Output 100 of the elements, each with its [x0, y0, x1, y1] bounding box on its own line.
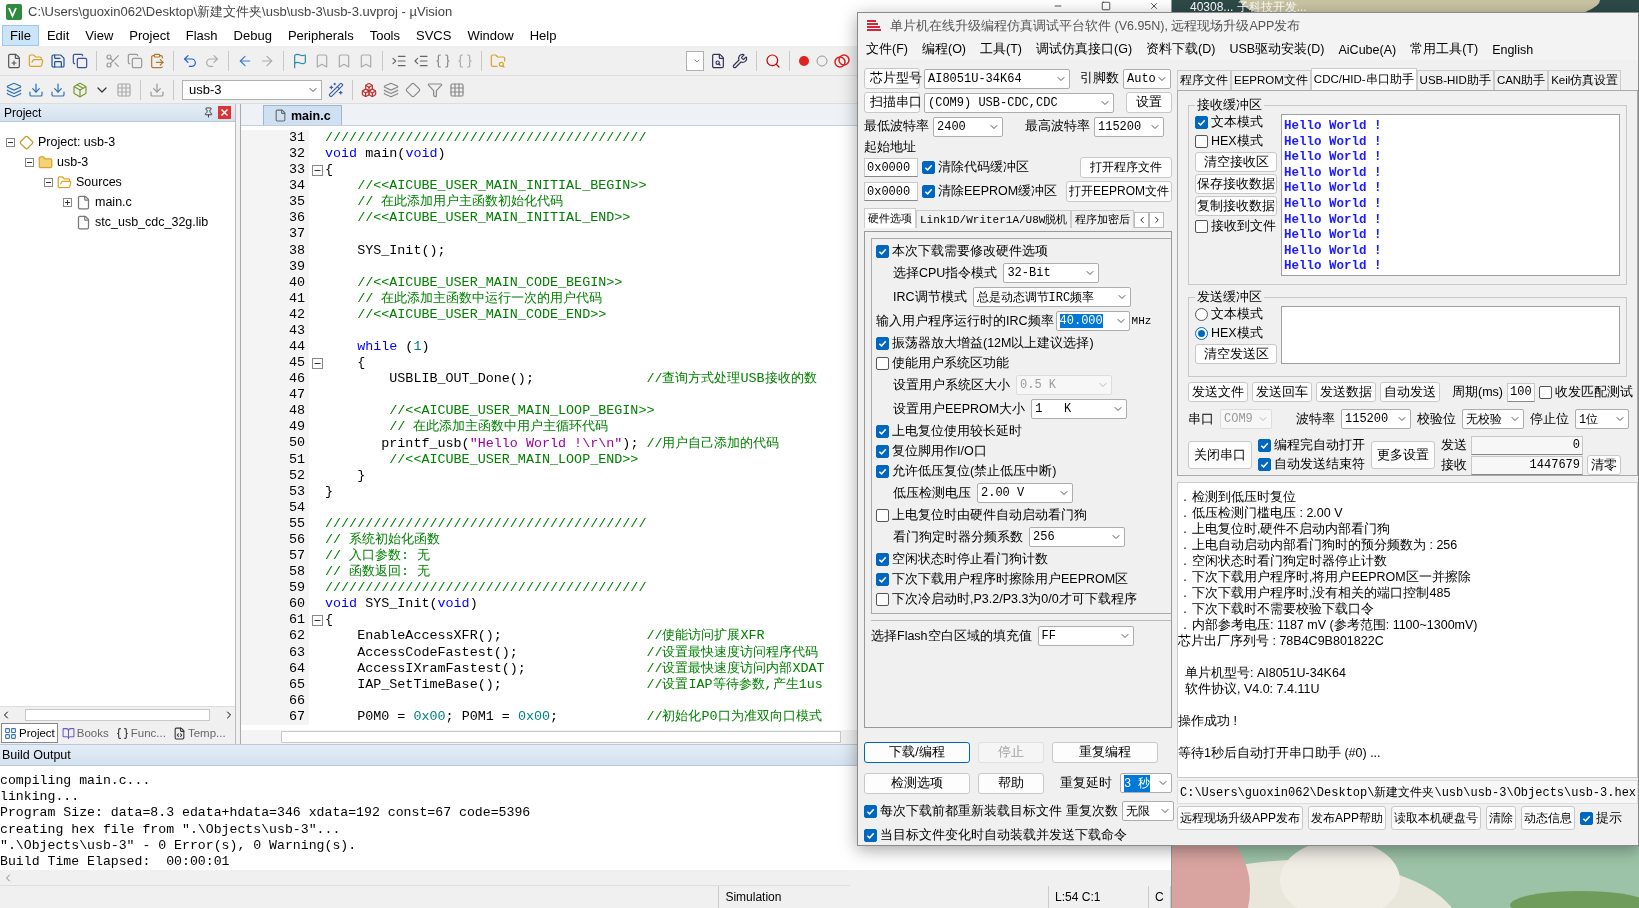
panel-tab[interactable]: Project [1, 723, 58, 743]
tool-button[interactable]: 远程现场升级APP发布 [1177, 806, 1303, 830]
action-button[interactable]: 检测选项 [864, 772, 970, 794]
tool-button[interactable]: 发布APP帮助 [1308, 806, 1387, 830]
menu-item[interactable]: View [77, 24, 122, 46]
tab[interactable]: 程序文件 [1177, 70, 1231, 90]
menu-item[interactable]: AiCube(A) [1332, 40, 1403, 59]
dropdown[interactable]: Auto [1123, 68, 1171, 89]
menu-item[interactable]: Window [459, 24, 522, 46]
reset-button[interactable]: 清零 [1587, 455, 1621, 475]
code-line: void main(void) [325, 146, 447, 163]
menu-item[interactable]: SVCS [408, 24, 460, 46]
dropdown[interactable]: 3 秒 [1120, 773, 1172, 793]
menu-item[interactable]: 文件(F) [860, 39, 914, 60]
tree-item[interactable]: Sources [76, 175, 122, 189]
dropdown[interactable]: 115200 [1094, 116, 1164, 137]
dropdown[interactable]: (COM9) USB-CDC,CDC [924, 92, 1114, 113]
tree-item[interactable]: stc_usb_cdc_32g.lib [95, 215, 209, 229]
action-button[interactable]: 下载/编程 [864, 741, 970, 763]
tree-item[interactable]: main.c [95, 195, 132, 209]
send-button[interactable]: 发送数据 [1316, 382, 1376, 402]
panel-tab[interactable]: Func... [112, 723, 169, 743]
file-tab[interactable]: main.c [263, 105, 342, 125]
code-line: EnableAccessXFR(); //使能访问扩展XFR [356, 628, 765, 645]
dropdown[interactable]: 115200 [1341, 409, 1411, 429]
action-button[interactable]: 重复编程 [1052, 741, 1158, 763]
dropdown[interactable]: AI8051U-34K64 [924, 68, 1070, 89]
status-text: Simulation [725, 890, 782, 904]
dropdown[interactable]: 2.00 V [977, 483, 1073, 503]
open-file-button[interactable]: 打开程序文件 [1080, 157, 1172, 178]
tool-button[interactable]: 动态信息 [1521, 806, 1576, 830]
send-button[interactable]: 自动发送 [1380, 382, 1440, 402]
tab[interactable]: USB-HID助手 [1416, 70, 1494, 90]
receive-button[interactable]: 复制接收数据 [1195, 196, 1277, 216]
send-button[interactable]: 发送文件 [1188, 382, 1248, 402]
close-port-button[interactable]: 关闭串口 [1188, 441, 1252, 469]
checkbox-label: 清除EEPROM缓冲区 [938, 183, 1058, 200]
menu-item[interactable]: 调试仿真接口(G) [1030, 39, 1139, 60]
tool-button[interactable]: 读取本机硬盘号 [1391, 806, 1482, 830]
tab[interactable]: Keil仿真设置 [1548, 70, 1622, 90]
line-number: 32 [241, 146, 309, 163]
dropdown[interactable]: 无限 [1122, 801, 1174, 821]
dropdown[interactable]: 256 [1029, 527, 1125, 547]
menu-item[interactable]: File [2, 24, 39, 46]
menu-item[interactable]: Peripherals [279, 24, 362, 46]
target-dropdown[interactable]: usb-3 [182, 79, 322, 100]
tab[interactable]: CAN助手 [1493, 70, 1549, 90]
period-field[interactable]: 100 [1507, 382, 1535, 402]
dropdown[interactable]: 1 K [1031, 399, 1128, 419]
menu-item[interactable]: Tools [361, 24, 408, 46]
line-number: 50 [241, 435, 309, 452]
panel-tab[interactable]: Books [58, 723, 112, 743]
menu-item[interactable]: Help [521, 24, 565, 46]
tree-item[interactable]: Project: usb-3 [38, 135, 116, 149]
settings-button[interactable]: 设置 [1126, 92, 1172, 113]
tab[interactable]: EEPROM文件 [1231, 70, 1311, 90]
panel-tab[interactable]: Temp... [169, 723, 229, 743]
tab[interactable]: 硬件选项 [864, 208, 916, 228]
log-line: . 上电复位时,硬件不启动内部看门狗 [1182, 521, 1392, 537]
tool-button[interactable]: 清除 [1486, 806, 1517, 830]
dropdown[interactable]: 1位 [1575, 409, 1629, 429]
chip-model-button[interactable]: 芯片型号 [864, 68, 920, 89]
menu-item[interactable]: USB驱动安装(D) [1223, 39, 1331, 60]
dropdown[interactable]: 32-Bit [1003, 263, 1100, 283]
field-label: 低压检测电压 [893, 484, 971, 502]
menu-item[interactable]: Project [121, 24, 178, 46]
open-file-button[interactable]: 打开EEPROM文件 [1066, 181, 1172, 202]
receive-text-area[interactable]: Hello World ! Hello World ! Hello World ! Hello World ! Hello World ! Hello World ! Hello World ! Hello World ! Hello World ! Hello World ! [1281, 114, 1620, 276]
menu-item[interactable]: Edit [38, 24, 78, 46]
tab[interactable]: CDC/HID-串口助手 [1310, 68, 1417, 90]
checkbox-label: 清除代码缓冲区 [938, 159, 1029, 176]
menu-item[interactable]: Debug [225, 24, 280, 46]
scan-port-button[interactable]: 扫描串口 [864, 92, 920, 113]
menu-item[interactable]: English [1486, 40, 1540, 59]
clear-send-button[interactable]: 清空发送区 [1195, 344, 1277, 364]
dropdown[interactable]: FF [1037, 626, 1134, 646]
menu-item[interactable]: 编程(O) [915, 39, 973, 60]
receive-button[interactable]: 清空接收区 [1195, 152, 1277, 172]
dropdown[interactable]: 总是动态调节IRC频率 [972, 287, 1131, 307]
more-settings-button[interactable]: 更多设置 [1371, 441, 1435, 469]
file-path-field[interactable]: C:\Users\guoxin062\Desktop\新建文件夹\usb\usb-3\Objects\usb-3.hex [1177, 780, 1638, 804]
dropdown[interactable]: 40.000 [1055, 311, 1130, 331]
tab[interactable]: Link1D/Writer1A/U8W脱机 [916, 210, 1072, 228]
dropdown[interactable]: 无校验 [1462, 409, 1524, 429]
receive-button[interactable]: 保存接收数据 [1195, 174, 1277, 194]
field-label: 重复次数 [1066, 802, 1118, 820]
action-button[interactable]: 帮助 [978, 772, 1044, 794]
menu-item[interactable]: 资料下载(D) [1140, 39, 1222, 60]
window-title: 单片机在线升级编程仿真调试平台软件 (V6.95N), 远程现场升级APP发布 [890, 17, 1301, 35]
tree-item[interactable]: usb-3 [57, 155, 89, 169]
dropdown[interactable]: 2400 [933, 116, 1003, 137]
code-line: AccessIXramFastest(); //设置最快速度访问内部XDAT [356, 660, 825, 677]
menu-item[interactable]: 常用工具(T) [1404, 39, 1485, 60]
address-field[interactable]: 0x0000 [864, 158, 918, 177]
received-line: Hello World ! [1284, 150, 1383, 166]
menu-item[interactable]: 工具(T) [974, 39, 1028, 60]
address-field[interactable]: 0x0000 [864, 182, 918, 201]
send-button[interactable]: 发送回车 [1252, 382, 1312, 402]
tab[interactable]: 程序加密后 [1071, 210, 1135, 228]
menu-item[interactable]: Flash [177, 24, 226, 46]
